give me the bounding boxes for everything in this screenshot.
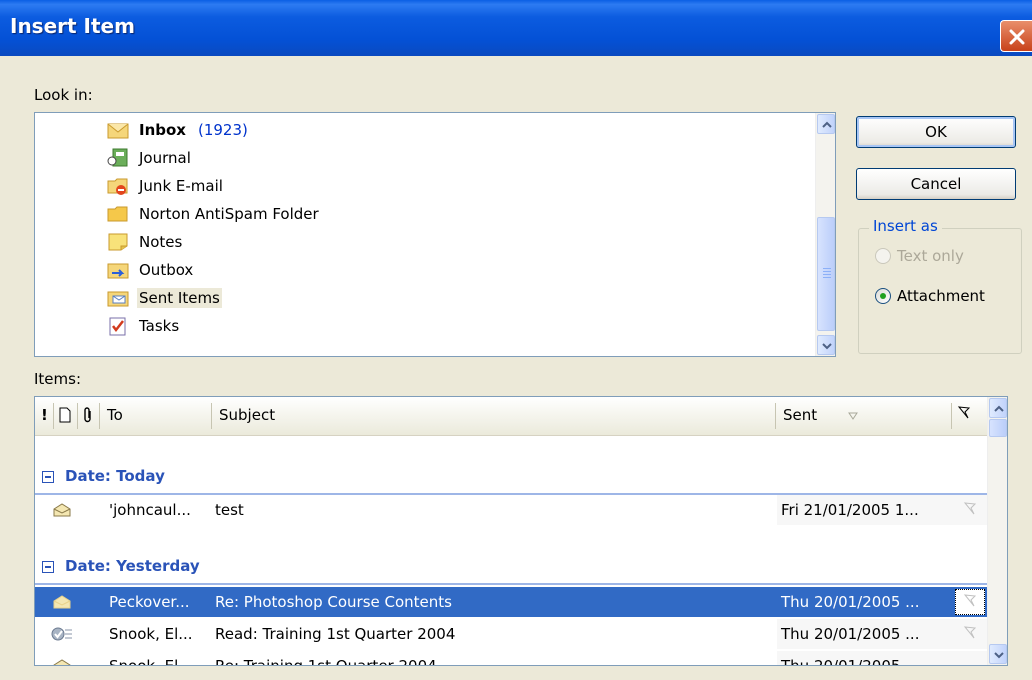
radio-circle — [875, 248, 891, 264]
folder-item-inbox[interactable]: Inbox (1923) — [107, 117, 248, 143]
flag-column-header[interactable] — [957, 397, 971, 435]
chevron-up-icon — [822, 121, 832, 128]
folder-item-tasks[interactable]: Tasks — [107, 313, 181, 339]
flag-icon — [957, 406, 971, 419]
sort-descending-icon — [847, 412, 858, 420]
folder-label: Inbox — [139, 121, 186, 139]
table-row[interactable]: Snook, El... Re: Training 1st Quarter 20… — [35, 651, 987, 666]
read-receipt-icon — [51, 627, 72, 641]
row-subject: test — [215, 501, 244, 519]
junk-folder-icon — [107, 176, 129, 196]
collapse-icon[interactable] — [42, 561, 54, 573]
dialog-title: Insert Item — [10, 14, 135, 38]
folder-item-sent-items[interactable]: Sent Items — [107, 285, 222, 311]
scroll-thumb[interactable] — [989, 419, 1007, 437]
folder-item-norton-antispam[interactable]: Norton AntiSpam Folder — [107, 201, 321, 227]
items-scrollbar[interactable] — [987, 397, 1007, 665]
folder-label: Notes — [139, 233, 183, 251]
icon-column-header[interactable] — [59, 397, 71, 435]
flag-icon[interactable] — [963, 626, 977, 640]
items-label: Items: — [34, 370, 82, 388]
row-sent: Thu 20/01/2005 ... — [781, 657, 920, 666]
scroll-down-button[interactable] — [989, 644, 1007, 664]
row-sent: Thu 20/01/2005 ... — [781, 625, 920, 643]
scroll-thumb[interactable] — [817, 217, 835, 331]
folder-icon — [107, 204, 129, 224]
subject-column-header[interactable]: Subject — [219, 397, 275, 435]
group-label: Date: Today — [65, 467, 165, 485]
sent-column-header[interactable]: Sent — [783, 397, 858, 435]
folder-label: Junk E-mail — [139, 177, 223, 195]
scroll-down-button[interactable] — [817, 335, 835, 355]
folder-tree[interactable]: Inbox (1923) Journal Junk E-mail Norton … — [34, 112, 836, 357]
row-to: Peckover... — [109, 593, 190, 611]
row-to: Snook, El... — [109, 625, 193, 643]
folder-label: Outbox — [139, 261, 194, 279]
chevron-down-icon — [994, 652, 1004, 659]
row-subject: Read: Training 1st Quarter 2004 — [215, 625, 456, 643]
paperclip-icon — [84, 407, 91, 423]
title-bar[interactable]: Insert Item — [0, 0, 1032, 56]
folder-label: Tasks — [139, 317, 180, 335]
insert-as-group: Insert as Text only Attachment — [858, 217, 1022, 354]
sent-items-icon — [107, 288, 129, 308]
unread-count: (1923) — [197, 121, 248, 139]
folder-label: Norton AntiSpam Folder — [139, 205, 319, 223]
scroll-up-button[interactable] — [817, 114, 835, 134]
folder-item-journal[interactable]: Journal — [107, 145, 193, 171]
group-header-yesterday[interactable]: Date: Yesterday — [35, 553, 987, 581]
text-only-label: Text only — [897, 247, 964, 265]
outbox-icon — [107, 260, 129, 280]
document-icon — [59, 407, 71, 423]
group-label: Date: Yesterday — [65, 557, 200, 575]
table-row[interactable]: Peckover... Re: Photoshop Course Content… — [35, 587, 987, 617]
row-sent: Thu 20/01/2005 ... — [781, 593, 920, 611]
table-row[interactable]: 'johncaul... test Fri 21/01/2005 1... — [35, 495, 987, 525]
notes-icon — [107, 232, 129, 252]
open-envelope-icon — [53, 659, 71, 665]
row-subject: Re: Training 1st Quarter 2004 — [215, 657, 437, 666]
folder-label: Sent Items — [137, 288, 222, 308]
items-header: ! To Subject Sent — [35, 397, 987, 436]
insert-as-legend: Insert as — [869, 217, 942, 235]
open-envelope-icon — [53, 503, 71, 517]
journal-icon — [107, 148, 129, 168]
folder-item-notes[interactable]: Notes — [107, 229, 184, 255]
row-sent: Fri 21/01/2005 1... — [781, 501, 919, 519]
row-to: 'johncaul... — [109, 501, 191, 519]
collapse-icon[interactable] — [42, 471, 54, 483]
attachment-radio[interactable]: Attachment — [875, 287, 985, 305]
folder-item-junk-email[interactable]: Junk E-mail — [107, 173, 225, 199]
chevron-down-icon — [822, 343, 832, 350]
group-header-today[interactable]: Date: Today — [35, 463, 987, 491]
row-to: Snook, El... — [109, 657, 193, 666]
sent-label: Sent — [783, 406, 818, 424]
scroll-up-button[interactable] — [989, 398, 1007, 418]
chevron-up-icon — [994, 405, 1004, 412]
cancel-button[interactable]: Cancel — [856, 168, 1016, 200]
to-column-header[interactable]: To — [107, 397, 123, 435]
flag-icon[interactable] — [963, 594, 977, 608]
attachment-column-header[interactable] — [83, 397, 93, 435]
inbox-folder-icon — [107, 120, 129, 140]
open-envelope-icon — [53, 595, 71, 609]
text-only-radio[interactable]: Text only — [875, 247, 964, 265]
look-in-label: Look in: — [34, 86, 93, 104]
table-row[interactable]: Snook, El... Read: Training 1st Quarter … — [35, 619, 987, 649]
attachment-label: Attachment — [897, 287, 985, 305]
ok-button[interactable]: OK — [856, 116, 1016, 148]
tasks-icon — [107, 316, 129, 336]
folder-item-outbox[interactable]: Outbox — [107, 257, 195, 283]
row-subject: Re: Photoshop Course Contents — [215, 593, 452, 611]
close-button[interactable] — [1000, 20, 1032, 52]
radio-circle — [875, 288, 891, 304]
close-icon — [1009, 29, 1025, 45]
importance-column-header[interactable]: ! — [41, 397, 48, 435]
folder-label: Journal — [139, 149, 191, 167]
items-list[interactable]: ! To Subject Sent Date: Today 'johncaul.… — [34, 396, 1008, 666]
folder-tree-scrollbar[interactable] — [815, 113, 835, 356]
flag-icon[interactable] — [963, 502, 977, 516]
